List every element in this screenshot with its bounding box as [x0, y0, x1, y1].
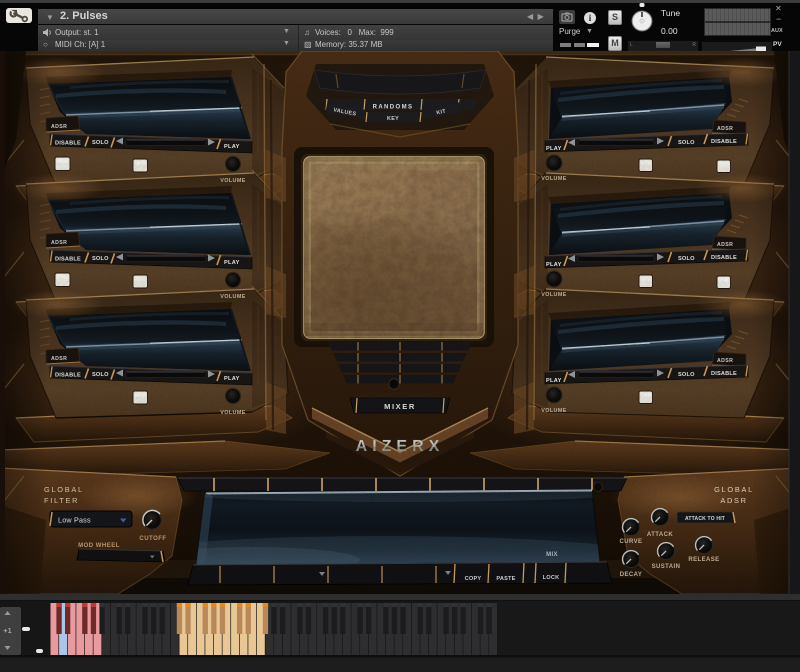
svg-text:+1: +1	[3, 626, 12, 635]
